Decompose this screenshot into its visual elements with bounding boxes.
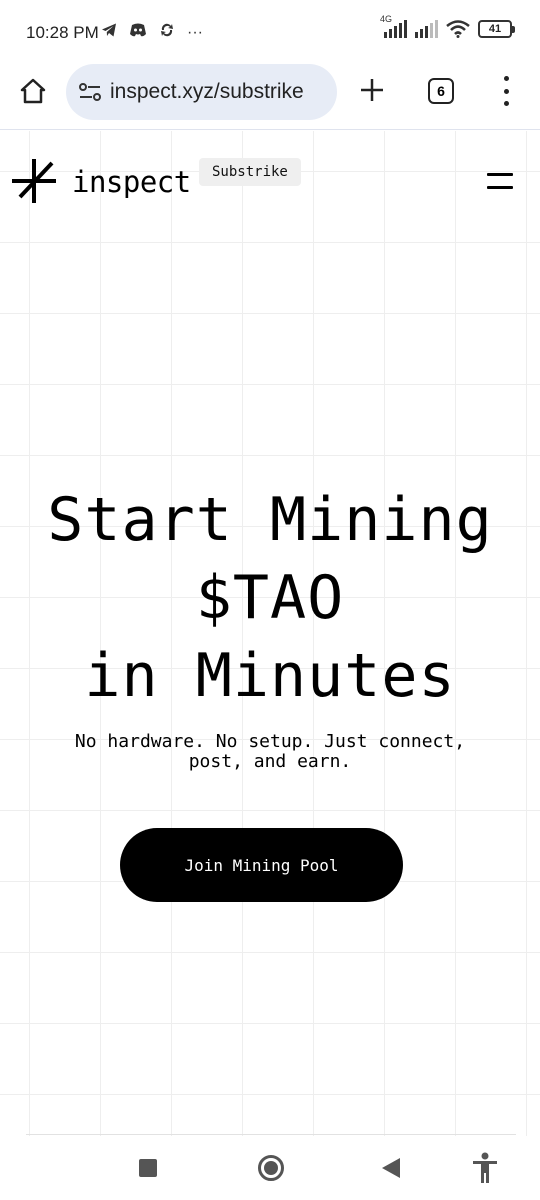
hero-title: Start Mining $TAO in Minutes: [0, 481, 540, 715]
hero-subtitle-line: No hardware. No setup. Just connect,: [74, 731, 466, 752]
menu-button[interactable]: [487, 173, 513, 189]
tab-switcher-button[interactable]: 6: [428, 78, 454, 104]
hero-title-line: $TAO: [195, 563, 345, 633]
web-page: inspect Substrike Start Mining $TAO in M…: [0, 131, 540, 1136]
status-notification-icons: ···: [101, 22, 203, 44]
telegram-icon: [101, 22, 117, 44]
more-vertical-icon: [503, 76, 509, 81]
status-system-icons: 4G 41: [380, 14, 515, 38]
network-type-label: 4G: [380, 14, 393, 24]
site-header: inspect Substrike: [0, 131, 540, 231]
sync-icon: [159, 22, 175, 44]
site-settings-icon[interactable]: [78, 81, 102, 103]
back-icon[interactable]: [382, 1158, 400, 1178]
hamburger-icon: [487, 173, 513, 176]
home-nav-icon[interactable]: [258, 1155, 284, 1181]
browser-toolbar: inspect.xyz/substrike 6: [0, 62, 540, 130]
status-time: 10:28 PM: [26, 23, 99, 42]
signal-4g-icon: 4G: [380, 14, 407, 38]
home-icon: [20, 78, 46, 104]
new-tab-button[interactable]: [358, 76, 386, 104]
wifi-icon: [446, 20, 470, 38]
browser-menu-button[interactable]: [500, 76, 512, 106]
battery-icon: 41: [478, 20, 515, 38]
status-bar: 10:28 PM ··· 4G 41: [0, 0, 540, 62]
system-nav-bar: [0, 1136, 540, 1200]
signal-secondary-icon: [415, 20, 438, 38]
hero-subtitle-line: post, and earn.: [188, 751, 352, 772]
address-bar[interactable]: inspect.xyz/substrike: [66, 64, 337, 120]
product-tag: Substrike: [199, 158, 301, 186]
recents-icon[interactable]: [139, 1159, 157, 1177]
plus-icon: [361, 79, 383, 101]
hero-subtitle: No hardware. No setup. Just connect, pos…: [20, 732, 520, 772]
url-text[interactable]: inspect.xyz/substrike: [110, 80, 304, 104]
accessibility-icon[interactable]: [471, 1152, 499, 1184]
join-mining-pool-button[interactable]: Join Mining Pool: [120, 828, 403, 902]
inspect-logo-icon[interactable]: [10, 157, 58, 205]
more-notifications-icon: ···: [187, 24, 203, 41]
hero-title-line: Start Mining: [47, 485, 493, 555]
divider: [26, 1134, 516, 1135]
discord-icon: [129, 22, 147, 44]
hero-title-line: in Minutes: [84, 641, 456, 711]
logo-text[interactable]: inspect: [72, 165, 191, 199]
home-button[interactable]: [18, 76, 48, 106]
